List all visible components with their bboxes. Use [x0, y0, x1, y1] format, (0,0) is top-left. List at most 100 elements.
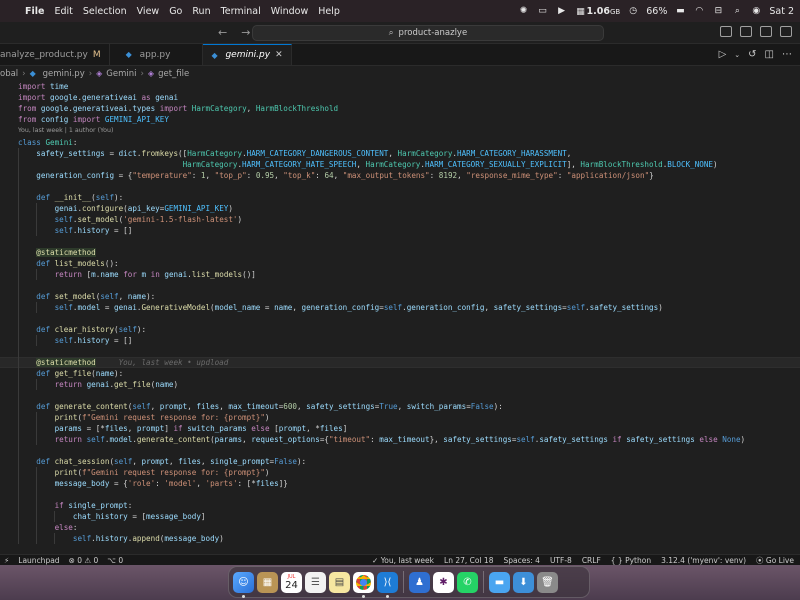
trash-icon[interactable]: 🗑: [537, 571, 558, 593]
code-line: generation_config = {"temperature": 1, "…: [36, 171, 654, 180]
chevron-right-icon: ›: [22, 68, 26, 79]
indent-guide: [18, 148, 19, 544]
indent-guide: [54, 511, 55, 522]
tab-app[interactable]: ◆ app.py: [109, 44, 204, 65]
menu-view[interactable]: View: [132, 6, 165, 17]
spotlight-search-icon[interactable]: ⌕: [731, 6, 743, 16]
tab-analyze-product[interactable]: analyze_product.py M: [0, 44, 110, 65]
code-line: def generate_content(self, prompt, files…: [36, 402, 503, 411]
customize-layout-icon[interactable]: [780, 26, 792, 37]
encoding[interactable]: UTF-8: [550, 556, 572, 565]
siri-icon[interactable]: ◉: [750, 6, 762, 16]
tab-gemini[interactable]: ◆ gemini.py ✕: [203, 44, 292, 65]
ports-count[interactable]: ⌥ 0: [107, 556, 123, 565]
chrome-icon[interactable]: [353, 571, 374, 598]
code-line: print(f"Gemini request response for: {pr…: [54, 413, 270, 422]
dock: ☺ ▦ JUL 24 ☰ ▤ ⟩⟨ ♟ ✱ ✆ ▬ ⬇ 🗑: [228, 566, 590, 598]
modified-badge: M: [92, 49, 101, 60]
code-line: import google.generativeai as genai: [18, 93, 179, 102]
run-icon[interactable]: ▷: [719, 49, 727, 60]
downloads-folder-icon[interactable]: ⬇: [513, 571, 534, 593]
folder-icon[interactable]: ▬: [489, 571, 510, 593]
breadcrumb-file[interactable]: gemini.py: [43, 69, 85, 79]
indent-guide: [36, 412, 37, 445]
code-line: return self.model.generate_content(param…: [54, 435, 746, 444]
forward-arrow-icon[interactable]: →: [241, 26, 250, 39]
vscode-icon[interactable]: ⟩⟨: [377, 571, 398, 598]
clock[interactable]: Sat 2: [769, 6, 794, 17]
battery-percentage[interactable]: 66%: [646, 6, 667, 17]
breadcrumb-method[interactable]: get_file: [158, 69, 189, 79]
menu-go[interactable]: Go: [164, 6, 187, 17]
breadcrumb-folder[interactable]: obal: [0, 69, 18, 79]
errors-count[interactable]: ⊗ 0 ⚠ 0: [69, 556, 99, 565]
menu-edit[interactable]: Edit: [49, 6, 77, 17]
git-blame-status[interactable]: ✓ You, last week: [372, 556, 434, 565]
toggle-secondary-sidebar-icon[interactable]: [760, 26, 772, 37]
control-center-icon[interactable]: ⊟: [712, 6, 724, 16]
code-line: class Gemini:: [18, 138, 78, 147]
toggle-panel-icon[interactable]: [740, 26, 752, 37]
python-file-icon: ◆: [29, 69, 36, 78]
battery-icon[interactable]: ▬: [674, 6, 686, 16]
menu-selection[interactable]: Selection: [78, 6, 132, 17]
code-line: def chat_session(self, prompt, files, si…: [36, 457, 307, 466]
wifi-icon[interactable]: ◠: [693, 6, 705, 16]
indentation[interactable]: Spaces: 4: [503, 556, 539, 565]
code-line: message_body = {'role': 'model', 'parts'…: [54, 479, 288, 488]
indent-guide: [36, 302, 37, 313]
code-line: HarmCategory.HARM_CATEGORY_HATE_SPEECH, …: [182, 160, 718, 169]
reminders-icon[interactable]: ☰: [305, 571, 326, 593]
breadcrumb: obal › ◆ gemini.py › ◈ Gemini › ◈ get_fi…: [0, 66, 800, 81]
rocket-icon: ⚡: [4, 555, 10, 565]
code-line: else:: [54, 523, 78, 532]
navigation-arrows: ← →: [218, 26, 250, 39]
more-actions-icon[interactable]: ⋯: [782, 49, 792, 60]
command-center-search[interactable]: ⌕ product-anazlye: [252, 25, 604, 41]
tab-label: gemini.py: [225, 50, 271, 60]
launchpad-icon[interactable]: ▦: [257, 571, 278, 593]
calendar-icon[interactable]: JUL 24: [281, 571, 302, 593]
search-icon: ⌕: [388, 28, 394, 38]
split-editor-icon[interactable]: ◫: [765, 49, 774, 60]
code-line: genai.configure(api_key=GEMINI_API_KEY): [54, 204, 233, 213]
command-center-label: product-anazlye: [398, 28, 468, 38]
cursor-position[interactable]: Ln 27, Col 18: [444, 556, 493, 565]
menu-run[interactable]: Run: [187, 6, 215, 17]
breadcrumb-class[interactable]: Gemini: [106, 69, 136, 79]
macos-menu-bar: File Edit Selection View Go Run Terminal…: [0, 0, 800, 22]
accessibility-icon[interactable]: ♟: [409, 571, 430, 593]
indent-guide: [36, 269, 37, 280]
memory-usage[interactable]: ▦ 1.06GB: [575, 6, 620, 17]
whatsapp-icon[interactable]: ✆: [457, 571, 478, 593]
toggle-sidebar-icon[interactable]: [720, 26, 732, 37]
play-circle-icon[interactable]: ▶: [556, 6, 568, 16]
menu-window[interactable]: Window: [266, 6, 313, 17]
code-editor[interactable]: import time import google.generativeai as…: [0, 81, 800, 554]
timer-icon[interactable]: ◷: [627, 6, 639, 16]
launchpad-item[interactable]: Launchpad: [18, 556, 59, 565]
chevron-down-icon[interactable]: ⌄: [734, 51, 740, 59]
indent-guide: [36, 335, 37, 346]
code-line: def get_file(name):: [36, 369, 124, 378]
code-line: import time: [18, 82, 69, 91]
activity-monitor-icon[interactable]: ▭: [537, 6, 549, 16]
gear-icon[interactable]: ✺: [518, 6, 530, 16]
codelens-author[interactable]: You, last week | 1 author (You): [18, 126, 113, 136]
slack-icon[interactable]: ✱: [433, 571, 454, 593]
code-line: from config import GEMINI_API_KEY: [18, 115, 169, 124]
menu-help[interactable]: Help: [313, 6, 345, 17]
notes-icon[interactable]: ▤: [329, 571, 350, 593]
menu-file[interactable]: File: [20, 6, 49, 17]
end-of-line[interactable]: CRLF: [582, 556, 601, 565]
language-mode[interactable]: { } Python: [611, 556, 651, 565]
python-interpreter[interactable]: 3.12.4 ('myenv': venv): [661, 556, 746, 565]
close-icon[interactable]: ✕: [275, 50, 283, 60]
back-arrow-icon[interactable]: ←: [218, 26, 227, 39]
menu-terminal[interactable]: Terminal: [216, 6, 266, 17]
code-line: @staticmethod You, last week • updload: [36, 358, 229, 367]
editor-tabs: analyze_product.py M ◆ app.py ◆ gemini.p…: [0, 44, 800, 66]
go-live-button[interactable]: ⦿ Go Live: [756, 555, 794, 566]
finder-icon[interactable]: ☺: [233, 571, 254, 598]
timeline-history-icon[interactable]: ↺: [748, 49, 756, 60]
